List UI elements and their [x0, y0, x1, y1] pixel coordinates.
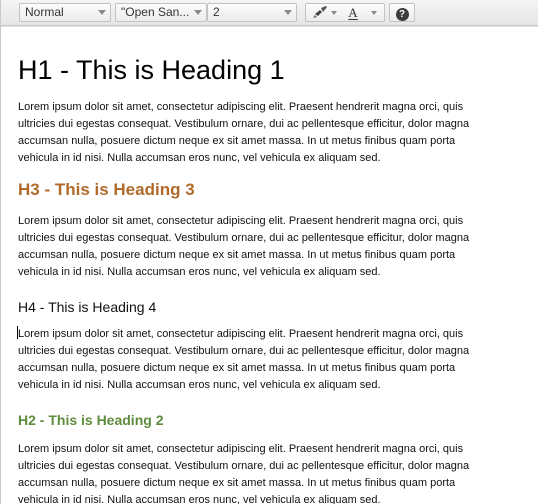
font-family-value: "Open San... [121, 5, 190, 19]
heading-3: H3 - This is Heading 3 [18, 180, 195, 199]
help-button-group: ? [389, 3, 415, 22]
paragraph-line: ultricies dui egestas consequat. Vestibu… [18, 232, 470, 244]
chevron-down-icon [284, 10, 292, 15]
paragraph-line: accumsan nulla, posuere dictum neque ex … [18, 249, 456, 261]
chevron-down-icon[interactable] [331, 11, 337, 15]
paragraph-line: Lorem ipsum dolor sit amet, consectetur … [18, 101, 464, 113]
paragraph-style-combo[interactable]: Normal [19, 3, 111, 22]
chevron-down-icon[interactable] [371, 11, 377, 15]
format-button-group: A [305, 3, 385, 22]
editor-frame: Normal "Open San... 2 A ? H1 - This is H… [0, 0, 538, 504]
paragraph-4: Lorem ipsum dolor sit amet, consectetur … [18, 441, 532, 504]
paragraph-style-value: Normal [25, 5, 64, 19]
paragraph-line: vehicula in id nisi. Nulla accumsan eros… [18, 152, 381, 164]
font-size-value: 2 [213, 5, 220, 19]
help-symbol: ? [395, 8, 409, 21]
paragraph-2: Lorem ipsum dolor sit amet, consectetur … [18, 213, 532, 281]
heading-4: H4 - This is Heading 4 [18, 299, 157, 315]
editor-content[interactable]: H1 - This is Heading 1 Lorem ipsum dolor… [1, 26, 538, 504]
paragraph-line: ultricies dui egestas consequat. Vestibu… [18, 118, 470, 130]
paragraph-line: accumsan nulla, posuere dictum neque ex … [18, 477, 456, 489]
font-family-combo[interactable]: "Open San... [115, 3, 207, 22]
paragraph-line: Lorem ipsum dolor sit amet, consectetur … [18, 328, 464, 340]
paragraph-line: accumsan nulla, posuere dictum neque ex … [18, 362, 456, 374]
heading-2: H2 - This is Heading 2 [18, 412, 164, 428]
editor-toolbar: Normal "Open San... 2 A ? [1, 0, 538, 26]
paragraph-line: ultricies dui egestas consequat. Vestibu… [18, 460, 470, 472]
paragraph-line: Lorem ipsum dolor sit amet, consectetur … [18, 443, 464, 455]
help-icon[interactable]: ? [395, 6, 409, 21]
paragraph-line: vehicula in id nisi. Nulla accumsan eros… [18, 266, 381, 278]
paragraph-line: vehicula in id nisi. Nulla accumsan eros… [18, 379, 381, 391]
text-color-icon[interactable]: A [342, 6, 364, 20]
chevron-down-icon [98, 10, 106, 15]
paragraph-line: vehicula in id nisi. Nulla accumsan eros… [18, 494, 381, 504]
font-size-combo[interactable]: 2 [207, 3, 297, 22]
paragraph-line: accumsan nulla, posuere dictum neque ex … [18, 135, 456, 147]
paragraph-line: Lorem ipsum dolor sit amet, consectetur … [18, 215, 464, 227]
paragraph-3: Lorem ipsum dolor sit amet, consectetur … [18, 326, 532, 394]
chevron-down-icon [194, 10, 202, 15]
paragraph-line: ultricies dui egestas consequat. Vestibu… [18, 345, 470, 357]
paragraph-1: Lorem ipsum dolor sit amet, consectetur … [18, 99, 532, 167]
text-color-letter: A [348, 5, 358, 20]
paint-brush-icon[interactable] [312, 6, 328, 20]
heading-1: H1 - This is Heading 1 [18, 55, 285, 85]
